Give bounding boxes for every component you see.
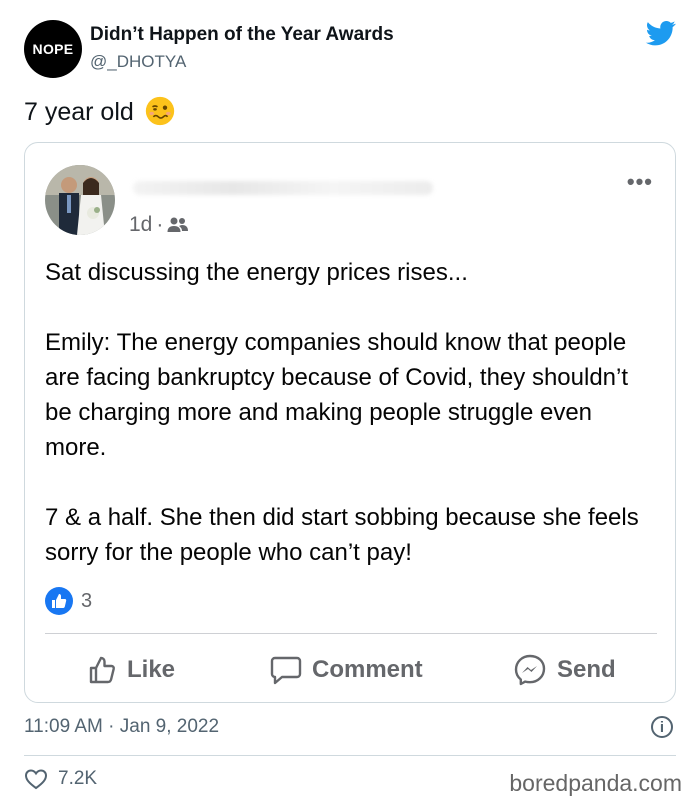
watermark: boredpanda.com: [509, 770, 682, 796]
woozy-face-icon: [145, 96, 174, 126]
post-time[interactable]: 1d: [129, 213, 152, 237]
messenger-icon: [514, 654, 546, 686]
heart-icon: [24, 769, 48, 790]
reaction-count: 3: [81, 589, 93, 612]
post-meta-separator: ·: [156, 213, 164, 236]
twitter-bird-icon: [645, 21, 676, 46]
comment-button[interactable]: Comment: [270, 648, 423, 692]
like-count: 7.2K: [58, 768, 98, 789]
post-options-menu-icon[interactable]: •••: [627, 169, 653, 195]
tweet-like-button[interactable]: 7.2K: [24, 768, 97, 790]
send-label: Send: [557, 656, 616, 683]
like-button[interactable]: Like: [87, 648, 175, 692]
actions-divider: [45, 633, 657, 634]
like-reaction-icon: [45, 587, 73, 615]
profile-photo[interactable]: [45, 165, 115, 235]
tweet-text-label: 7 year old: [24, 98, 134, 126]
footer-divider: [24, 755, 676, 756]
friends-audience-icon: [167, 217, 189, 232]
like-label: Like: [127, 656, 176, 683]
account-avatar[interactable]: NOPE: [24, 20, 82, 78]
post-meta: 1d ·: [129, 213, 189, 237]
post-body: Sat discussing the energy prices rises..…: [45, 259, 639, 566]
thumbs-up-icon: [89, 656, 115, 684]
embedded-post-card[interactable]: 1d · ••• Sat discussing the energy price…: [24, 142, 676, 703]
reaction-summary[interactable]: 3: [45, 587, 92, 615]
tweet-timestamp[interactable]: 11:09 AM · Jan 9, 2022: [24, 716, 219, 738]
comment-label: Comment: [312, 656, 423, 683]
account-name[interactable]: Didn’t Happen of the Year Awards: [90, 24, 394, 46]
tweet-text: 7 year old: [24, 96, 175, 127]
comment-bubble-icon: [270, 656, 302, 685]
blurred-poster-name: [133, 181, 433, 195]
account-handle[interactable]: @_DHOTYA: [90, 52, 186, 72]
send-button[interactable]: Send: [513, 648, 616, 692]
info-icon[interactable]: i: [651, 716, 673, 738]
